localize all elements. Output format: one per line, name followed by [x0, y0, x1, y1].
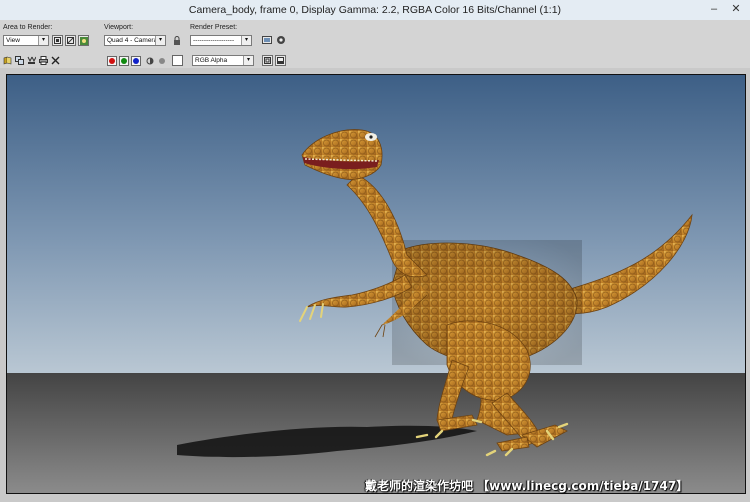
chevron-down-icon: ▾	[241, 36, 251, 45]
environment-icon[interactable]	[276, 35, 286, 45]
render-setup-icon[interactable]	[262, 35, 272, 45]
area-to-render-dropdown[interactable]: View ▾	[3, 35, 49, 46]
color-swatch[interactable]	[172, 55, 183, 66]
red-channel-toggle[interactable]	[107, 56, 117, 66]
render-frame	[6, 74, 746, 494]
viewport-label: Viewport:	[104, 24, 134, 31]
watermark-text: 戴老师的渲染作坊吧 【www.linecg.com/tieba/1747】	[365, 479, 689, 493]
render-toolbar: Area to Render: Viewport: Render Preset:…	[0, 20, 750, 68]
minimize-button[interactable]: –	[704, 2, 724, 17]
toggle-ui-icon[interactable]	[275, 55, 286, 66]
viewport-value: Quad 4 - Camera_	[107, 37, 161, 44]
alpha-channel-icon[interactable]	[146, 57, 154, 65]
edit-region-icon[interactable]	[52, 35, 63, 46]
clone-window-icon[interactable]	[15, 56, 24, 65]
rendered-image	[7, 75, 745, 493]
blue-channel-toggle[interactable]	[131, 56, 141, 66]
window-title: Camera_body, frame 0, Display Gamma: 2.2…	[188, 4, 562, 16]
render-preset-label: Render Preset:	[190, 24, 238, 31]
lock-icon[interactable]	[173, 36, 181, 46]
monochrome-icon[interactable]	[158, 57, 166, 65]
auto-region-icon[interactable]	[65, 35, 76, 46]
area-to-render-label: Area to Render:	[3, 24, 53, 31]
viewport-dropdown[interactable]: Quad 4 - Camera_ ▾	[104, 35, 166, 46]
window-controls: – ✕	[704, 2, 746, 17]
print-icon[interactable]	[39, 56, 48, 65]
red-dot-icon	[109, 58, 115, 64]
area-to-render-value: View	[6, 37, 20, 44]
toggle-ui-overlay-icon[interactable]	[262, 55, 273, 66]
render-preset-dropdown[interactable]: ------------------- ▾	[190, 35, 252, 46]
blue-dot-icon	[133, 58, 139, 64]
channel-display-value: RGB Alpha	[195, 57, 228, 64]
green-channel-toggle[interactable]	[119, 56, 129, 66]
print-image-icon[interactable]	[27, 56, 37, 65]
render-teapot-icon[interactable]	[78, 35, 89, 46]
close-button[interactable]: ✕	[726, 2, 746, 17]
green-dot-icon	[121, 58, 127, 64]
chevron-down-icon: ▾	[155, 36, 165, 45]
channel-display-dropdown[interactable]: RGB Alpha ▾	[192, 55, 254, 66]
title-bar: Camera_body, frame 0, Display Gamma: 2.2…	[0, 0, 750, 21]
chevron-down-icon: ▾	[38, 36, 48, 45]
chevron-down-icon: ▾	[243, 56, 253, 65]
render-preset-value: -------------------	[193, 37, 235, 44]
clear-icon[interactable]	[51, 56, 60, 65]
save-image-icon[interactable]	[3, 56, 12, 65]
